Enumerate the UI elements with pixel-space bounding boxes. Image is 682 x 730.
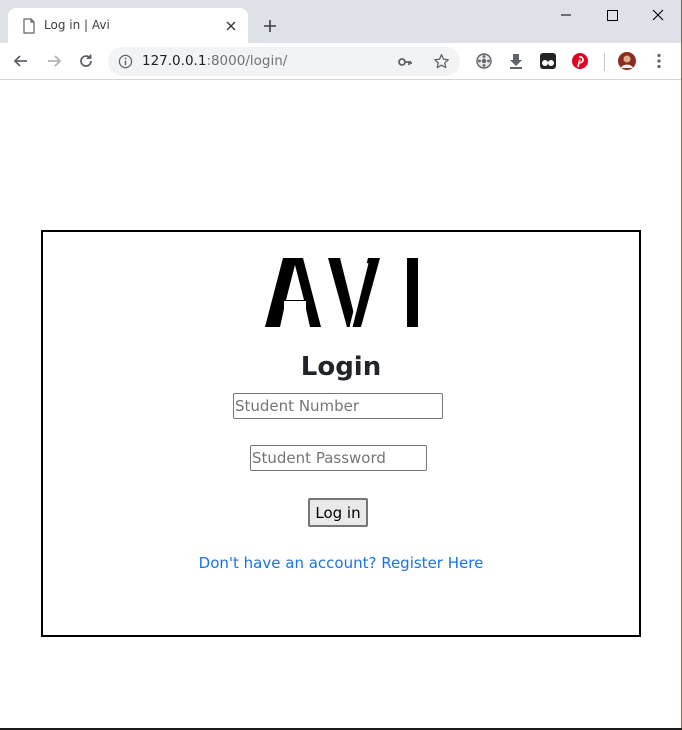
close-icon[interactable] xyxy=(224,19,238,33)
login-button[interactable]: Log in xyxy=(308,498,368,527)
avi-logo xyxy=(265,258,418,328)
close-window-icon[interactable] xyxy=(635,0,681,30)
star-icon[interactable] xyxy=(433,53,450,70)
student-password-input[interactable] xyxy=(250,445,427,471)
profile-avatar[interactable] xyxy=(617,51,637,71)
plus-icon[interactable] xyxy=(262,18,278,34)
tab-title: Log in | Avi xyxy=(44,18,110,32)
pinterest-icon[interactable] xyxy=(570,51,590,71)
url-text[interactable]: 127.0.0.1:8000/login/ xyxy=(142,53,287,69)
page-icon xyxy=(23,18,35,34)
extension-icon[interactable] xyxy=(474,51,494,71)
menu-icon[interactable] xyxy=(649,51,669,71)
login-card: Login Log in Don't have an account? Regi… xyxy=(41,230,641,637)
forward-arrow-icon[interactable] xyxy=(44,51,64,71)
toolbar-separator xyxy=(604,53,605,71)
tampermonkey-icon[interactable] xyxy=(538,51,558,71)
back-arrow-icon[interactable] xyxy=(11,51,31,71)
student-number-input[interactable] xyxy=(233,393,443,419)
minimize-icon[interactable] xyxy=(543,0,589,30)
reload-icon[interactable] xyxy=(76,51,96,71)
maximize-icon[interactable] xyxy=(589,0,635,30)
browser-toolbar: 127.0.0.1:8000/login/ xyxy=(0,43,681,80)
key-icon[interactable] xyxy=(397,54,413,70)
download-icon[interactable] xyxy=(506,51,526,71)
address-bar[interactable]: 127.0.0.1:8000/login/ xyxy=(108,47,460,76)
info-icon[interactable] xyxy=(118,54,133,69)
browser-tab[interactable]: Log in | Avi xyxy=(8,8,248,43)
browser-titlebar: Log in | Avi xyxy=(0,0,681,43)
url-path: :8000/login/ xyxy=(206,53,288,69)
login-heading: Login xyxy=(300,352,382,382)
register-link[interactable]: Don't have an account? Register Here xyxy=(43,554,639,572)
url-host: 127.0.0.1 xyxy=(142,53,207,69)
